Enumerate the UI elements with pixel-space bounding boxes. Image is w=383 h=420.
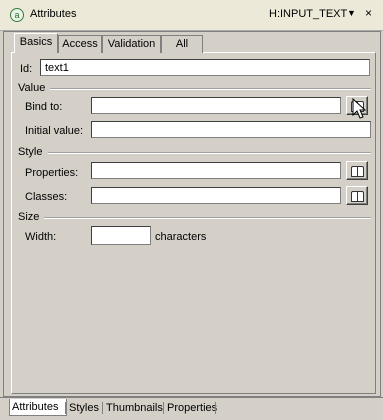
value-section-label: Value [18, 82, 46, 94]
size-section-label: Size [18, 211, 40, 223]
mouse-cursor-icon [352, 98, 366, 119]
tab-separator [102, 402, 103, 414]
tab-attributes[interactable]: Attributes [9, 399, 67, 416]
classes-browse-button[interactable] [346, 186, 368, 205]
bind-to-label: Bind to: [25, 101, 63, 113]
section-divider [48, 152, 371, 154]
tab-properties[interactable]: Properties [165, 400, 219, 416]
tab-styles[interactable]: Styles [67, 400, 101, 416]
book-icon [350, 191, 364, 202]
element-type-label: H:INPUT_TEXT [269, 8, 348, 20]
panel-title: Attributes [30, 8, 77, 20]
section-divider [50, 88, 371, 90]
classes-label: Classes: [25, 191, 68, 203]
width-unit-label: characters [155, 231, 207, 243]
tab-all[interactable]: All [161, 35, 203, 53]
close-icon[interactable]: × [365, 6, 372, 20]
tab-thumbnails[interactable]: Thumbnails [104, 400, 165, 416]
tab-validation[interactable]: Validation [102, 35, 161, 53]
dropdown-arrow-icon[interactable]: ▼ [347, 8, 356, 18]
attributes-icon: a [10, 8, 24, 22]
width-field[interactable] [91, 226, 151, 245]
initial-value-label: Initial value: [25, 125, 84, 137]
bind-to-field[interactable] [91, 97, 341, 114]
width-label: Width: [25, 231, 57, 243]
tab-basics[interactable]: Basics [14, 33, 58, 53]
id-label: Id: [20, 63, 33, 75]
id-field[interactable] [40, 59, 370, 76]
properties-field[interactable] [91, 162, 341, 179]
properties-browse-button[interactable] [346, 161, 368, 180]
initial-value-field[interactable] [91, 121, 371, 138]
properties-label: Properties: [25, 167, 79, 179]
tab-separator [215, 402, 216, 414]
tab-separator [65, 402, 66, 414]
book-icon [350, 166, 364, 177]
section-divider [44, 217, 371, 219]
style-section-label: Style [18, 146, 43, 158]
tab-access[interactable]: Access [58, 35, 102, 53]
classes-field[interactable] [91, 187, 341, 204]
tab-separator [163, 402, 164, 414]
